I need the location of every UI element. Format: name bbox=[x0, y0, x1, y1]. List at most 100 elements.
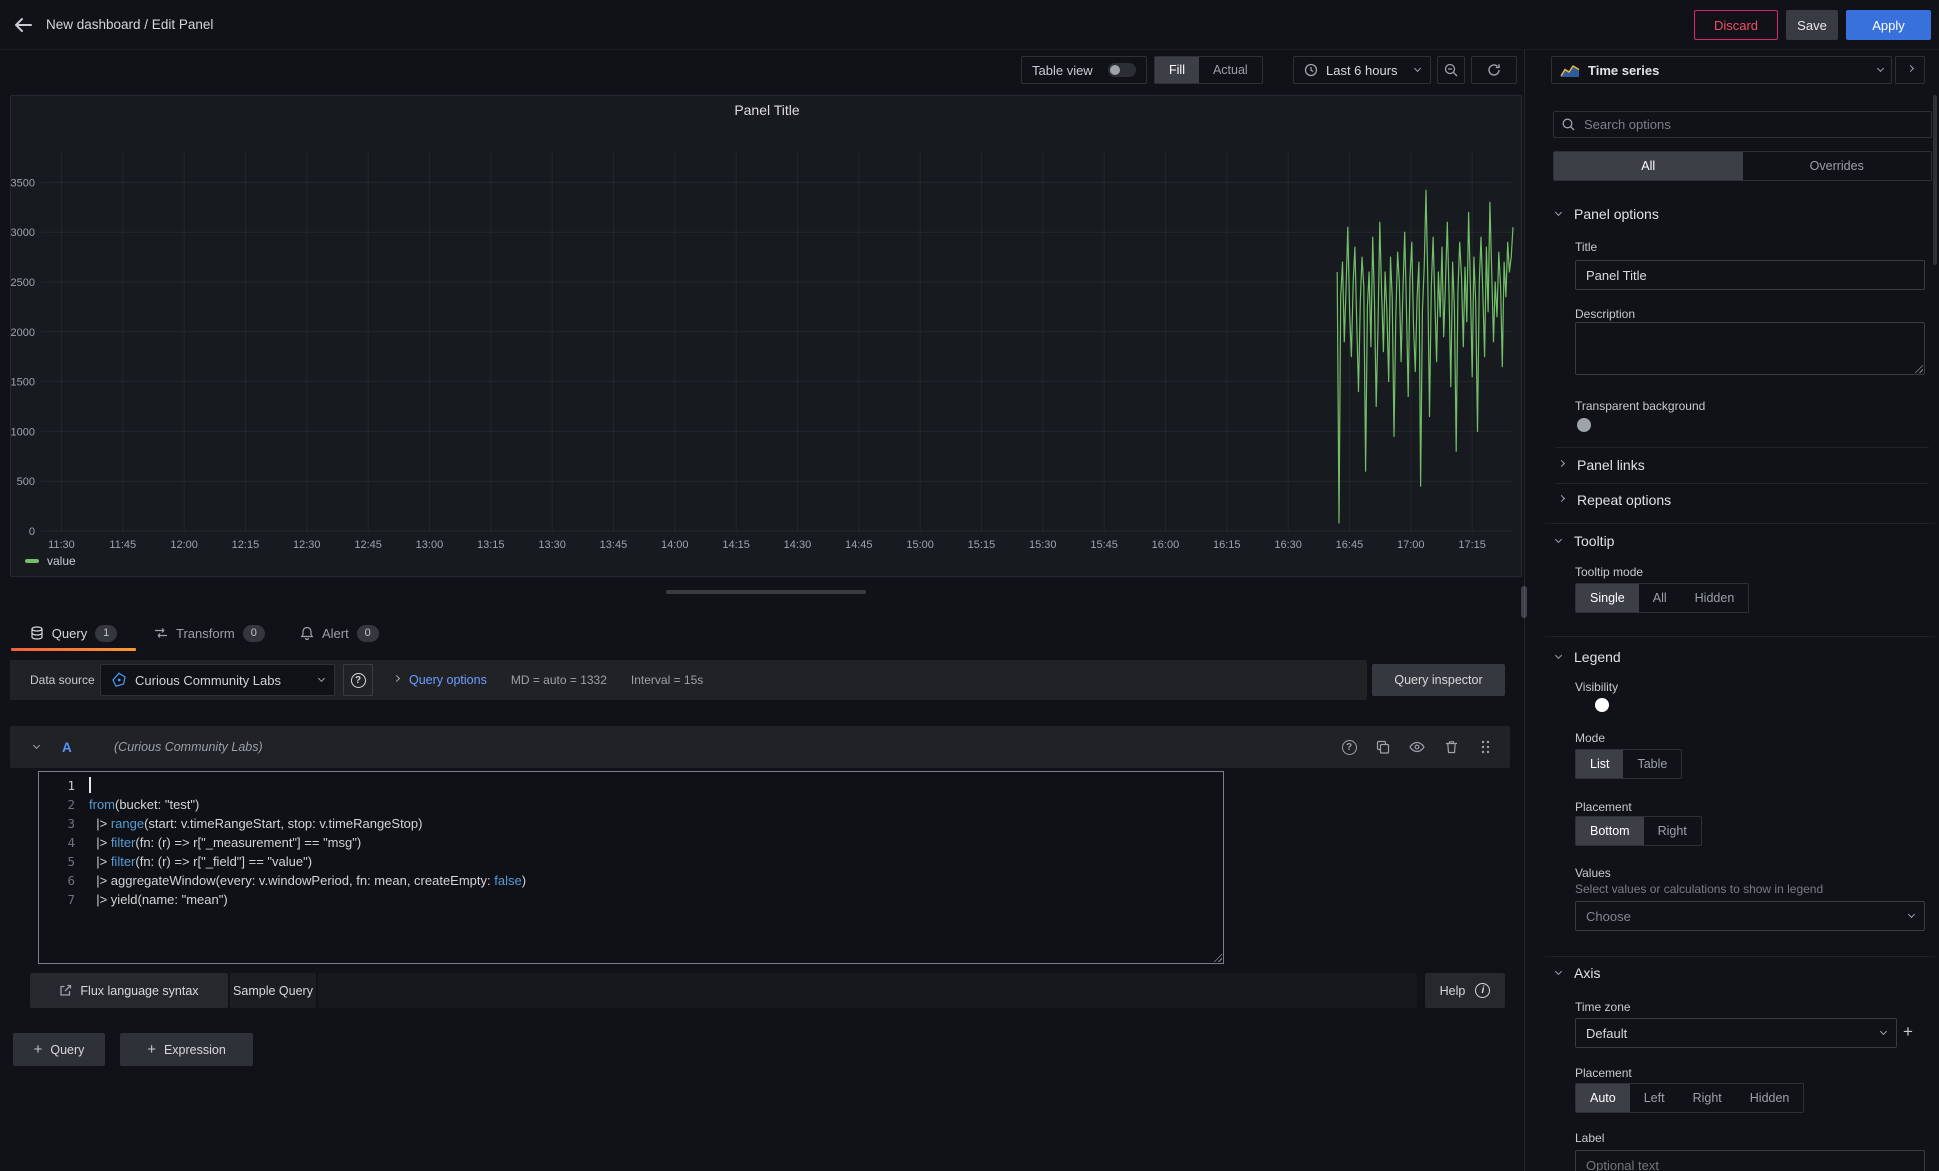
query-ref-id: A bbox=[62, 740, 72, 755]
svg-text:15:30: 15:30 bbox=[1029, 539, 1057, 551]
legend-mode-table[interactable]: Table bbox=[1623, 750, 1681, 778]
flux-code-editor[interactable]: 1234567 from(bucket: "test") |> range(st… bbox=[38, 771, 1224, 964]
collapse-chevron-icon[interactable] bbox=[33, 742, 40, 749]
svg-text:12:30: 12:30 bbox=[293, 539, 321, 551]
legend-mode-list[interactable]: List bbox=[1576, 750, 1623, 778]
tab-alert-label: Alert bbox=[322, 626, 349, 641]
actual-option[interactable]: Actual bbox=[1199, 57, 1262, 83]
filter-tab-overrides[interactable]: Overrides bbox=[1743, 152, 1932, 180]
flux-syntax-button[interactable]: Flux language syntax bbox=[30, 973, 228, 1008]
time-series-chart[interactable]: 11:3011:4512:0012:1512:3012:4513:0013:15… bbox=[11, 96, 1521, 576]
tooltip-mode-label: Tooltip mode bbox=[1575, 565, 1643, 579]
tab-transform[interactable]: Transform 0 bbox=[154, 618, 265, 648]
series-name: value bbox=[47, 554, 76, 568]
tooltip-mode-single[interactable]: Single bbox=[1576, 584, 1639, 612]
legend-section-header[interactable]: Legend bbox=[1556, 649, 1621, 665]
editor-code-area[interactable]: from(bucket: "test") |> range(start: v.t… bbox=[89, 772, 1223, 963]
options-search[interactable] bbox=[1553, 111, 1932, 138]
svg-text:14:00: 14:00 bbox=[661, 539, 689, 551]
svg-text:17:15: 17:15 bbox=[1458, 539, 1486, 551]
editor-cursor bbox=[89, 777, 91, 793]
legend-values-select[interactable]: Choose bbox=[1575, 901, 1925, 931]
query-datasource-hint: (Curious Community Labs) bbox=[114, 740, 263, 754]
data-source-picker[interactable]: Curious Community Labs bbox=[100, 664, 335, 696]
delete-query-icon[interactable] bbox=[1440, 736, 1462, 758]
legend-placement-label: Placement bbox=[1575, 800, 1632, 814]
table-view-toggle[interactable] bbox=[1108, 63, 1136, 77]
back-arrow-icon[interactable] bbox=[10, 13, 36, 37]
editor-resize-grip[interactable] bbox=[1212, 952, 1222, 962]
panel-links-section[interactable]: Panel links bbox=[1559, 457, 1645, 473]
chevron-down-icon bbox=[1908, 911, 1915, 918]
hide-query-icon[interactable] bbox=[1406, 736, 1428, 758]
data-source-help-button[interactable]: ? bbox=[343, 664, 373, 696]
time-range-picker[interactable]: Last 6 hours bbox=[1293, 56, 1431, 84]
chevron-right-icon bbox=[1558, 460, 1565, 467]
axis-placement-left[interactable]: Left bbox=[1630, 1084, 1679, 1112]
duplicate-query-icon[interactable] bbox=[1372, 736, 1394, 758]
sidebar-splitter-handle[interactable] bbox=[1521, 586, 1527, 618]
data-source-label: Data source bbox=[30, 673, 95, 687]
options-search-input[interactable] bbox=[1582, 116, 1923, 133]
panel-resize-handle[interactable] bbox=[666, 590, 866, 594]
legend-placement-bottom[interactable]: Bottom bbox=[1576, 817, 1644, 845]
legend-item[interactable]: value bbox=[25, 554, 76, 568]
tooltip-section-header[interactable]: Tooltip bbox=[1556, 533, 1614, 549]
panel-title-input[interactable] bbox=[1575, 260, 1925, 290]
refresh-button[interactable] bbox=[1471, 56, 1517, 84]
fill-option[interactable]: Fill bbox=[1155, 57, 1199, 83]
add-expression-button[interactable]: + Expression bbox=[120, 1033, 253, 1066]
chevron-down-icon bbox=[1414, 65, 1421, 72]
description-textarea[interactable] bbox=[1575, 322, 1925, 375]
timezone-select[interactable]: Default bbox=[1575, 1018, 1897, 1048]
sample-query-button[interactable]: Sample Query bbox=[230, 973, 316, 1008]
legend-values-hint: Select values or calculations to show in… bbox=[1575, 882, 1823, 896]
help-label: Help bbox=[1440, 984, 1466, 998]
textarea-resize-grip[interactable] bbox=[1913, 363, 1923, 373]
add-timezone-button[interactable]: + bbox=[1903, 1022, 1913, 1042]
axis-placement-hidden[interactable]: Hidden bbox=[1736, 1084, 1804, 1112]
svg-text:13:30: 13:30 bbox=[538, 539, 566, 551]
query-help-icon[interactable]: ? bbox=[1338, 736, 1360, 758]
query-inspector-button[interactable]: Query inspector bbox=[1372, 664, 1505, 696]
transform-icon bbox=[154, 626, 168, 640]
interval-info: Interval = 15s bbox=[631, 673, 703, 687]
visualization-picker[interactable]: Time series bbox=[1551, 56, 1892, 84]
tab-query[interactable]: Query 1 bbox=[11, 618, 136, 648]
axis-placement-label: Placement bbox=[1575, 1066, 1632, 1080]
editor-line-numbers: 1234567 bbox=[39, 772, 89, 963]
filter-tab-all[interactable]: All bbox=[1554, 152, 1743, 180]
transparent-background-label: Transparent background bbox=[1575, 399, 1705, 413]
axis-placement-right[interactable]: Right bbox=[1679, 1084, 1736, 1112]
legend-mode-label: Mode bbox=[1575, 731, 1605, 745]
query-toolbar: Data source Curious Community Labs ? Que… bbox=[10, 660, 1367, 700]
query-row-header[interactable]: A (Curious Community Labs) ? bbox=[10, 726, 1510, 768]
svg-text:12:00: 12:00 bbox=[170, 539, 198, 551]
legend-placement-right[interactable]: Right bbox=[1644, 817, 1701, 845]
query-options-toggle[interactable]: Query options MD = auto = 1332 Interval … bbox=[394, 660, 703, 700]
tab-alert[interactable]: Alert 0 bbox=[300, 618, 379, 648]
axis-placement-auto[interactable]: Auto bbox=[1576, 1084, 1630, 1112]
help-button[interactable]: Help i bbox=[1425, 973, 1505, 1008]
legend-values-label: Values bbox=[1575, 866, 1611, 880]
collapse-sidebar-button[interactable] bbox=[1895, 56, 1925, 84]
question-circle-icon: ? bbox=[351, 673, 366, 688]
max-data-points: MD = auto = 1332 bbox=[511, 673, 607, 687]
svg-text:16:30: 16:30 bbox=[1274, 539, 1302, 551]
axis-section-header[interactable]: Axis bbox=[1556, 965, 1600, 981]
panel-size-radio: Fill Actual bbox=[1154, 56, 1263, 84]
zoom-out-button[interactable] bbox=[1437, 56, 1465, 84]
repeat-options-section[interactable]: Repeat options bbox=[1559, 492, 1671, 508]
legend-mode-radio: List Table bbox=[1575, 749, 1682, 779]
svg-text:2000: 2000 bbox=[11, 327, 35, 339]
tooltip-mode-hidden[interactable]: Hidden bbox=[1681, 584, 1749, 612]
tooltip-mode-all[interactable]: All bbox=[1639, 584, 1681, 612]
axis-label-input[interactable] bbox=[1575, 1150, 1925, 1171]
drag-handle-icon[interactable] bbox=[1474, 736, 1496, 758]
refresh-icon bbox=[1487, 63, 1501, 77]
plus-icon: + bbox=[34, 1041, 43, 1058]
table-view-control: Table view bbox=[1021, 56, 1147, 84]
timezone-label: Time zone bbox=[1575, 1000, 1631, 1014]
add-query-button[interactable]: + Query bbox=[13, 1033, 105, 1066]
panel-options-header[interactable]: Panel options bbox=[1556, 206, 1659, 222]
